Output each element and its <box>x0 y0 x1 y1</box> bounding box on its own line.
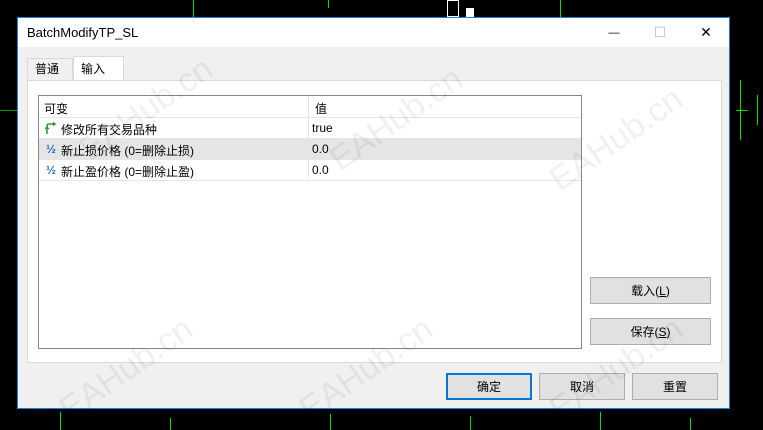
header-variable[interactable]: 可变 <box>44 100 68 117</box>
chart-candle-bit <box>757 95 758 125</box>
load-label-end: ) <box>665 283 670 298</box>
ok-button[interactable]: 确定 <box>446 373 532 400</box>
half-icon: ½ <box>43 162 59 178</box>
maximize-icon: ☐ <box>653 24 667 40</box>
table-row[interactable]: ½ 新止损价格 (0=删除止损) 0.0 <box>39 139 581 160</box>
title-bar[interactable]: BatchModifyTP_SL — ☐ ✕ <box>18 18 729 47</box>
param-value[interactable]: 0.0 <box>312 163 329 177</box>
table-row[interactable]: ½ 新止盈价格 (0=删除止盈) 0.0 <box>39 160 581 181</box>
minimize-icon: — <box>608 26 620 39</box>
param-name: 修改所有交易品种 <box>61 123 158 137</box>
bool-arrow-icon <box>43 120 59 136</box>
grid-header: 可变 值 <box>39 96 581 118</box>
chart-candle-bit <box>690 418 691 430</box>
chart-candle-bit <box>328 0 329 8</box>
save-label-end: ) <box>666 324 671 339</box>
save-button[interactable]: 保存(S) <box>590 318 711 345</box>
half-icon-glyph: ½ <box>45 142 56 156</box>
load-accel-key: L <box>659 283 666 298</box>
load-button[interactable]: 载入(L) <box>590 277 711 304</box>
cancel-button[interactable]: 取消 <box>539 373 625 400</box>
close-button[interactable]: ✕ <box>683 18 729 47</box>
param-value[interactable]: true <box>312 121 333 135</box>
close-icon: ✕ <box>700 24 712 40</box>
maximize-button: ☐ <box>637 18 683 47</box>
table-row[interactable]: 修改所有交易品种 true <box>39 118 581 139</box>
chart-candle-bit <box>0 110 17 111</box>
save-label: 保存( <box>630 325 659 339</box>
chart-candle-bit <box>330 414 331 430</box>
half-icon-glyph: ½ <box>45 163 56 177</box>
parameters-grid[interactable]: 可变 值 修改所有交易品种 true ½ 新止损价格 (0=删除止损) 0.0 <box>38 95 582 349</box>
reset-button[interactable]: 重置 <box>632 373 718 400</box>
chart-candle-bit <box>466 8 474 17</box>
save-accel-key: S <box>658 324 667 339</box>
param-value[interactable]: 0.0 <box>312 142 329 156</box>
chart-candle-bit <box>447 0 459 17</box>
minimize-button[interactable]: — <box>591 18 637 47</box>
chart-candle-bit <box>600 412 601 430</box>
dialog-window: BatchModifyTP_SL — ☐ ✕ 普通 输入 可变 值 修改所有交易… <box>17 17 730 409</box>
tab-inputs[interactable]: 输入 <box>73 56 124 81</box>
load-label: 载入( <box>631 284 660 298</box>
chart-candle-bit <box>193 0 194 17</box>
header-value[interactable]: 值 <box>315 100 327 117</box>
inputs-panel: 可变 值 修改所有交易品种 true ½ 新止损价格 (0=删除止损) 0.0 <box>27 80 722 363</box>
chart-candle-bit <box>170 418 171 430</box>
chart-candle-bit <box>736 110 748 111</box>
half-icon: ½ <box>43 141 59 157</box>
chart-candle-bit <box>560 0 561 17</box>
param-name: 新止盈价格 (0=删除止盈) <box>61 165 195 179</box>
param-name: 新止损价格 (0=删除止损) <box>61 144 195 158</box>
tab-general[interactable]: 普通 <box>27 58 73 79</box>
window-title: BatchModifyTP_SL <box>27 25 139 40</box>
chart-candle-bit <box>60 412 61 430</box>
chart-candle-bit <box>470 416 471 430</box>
